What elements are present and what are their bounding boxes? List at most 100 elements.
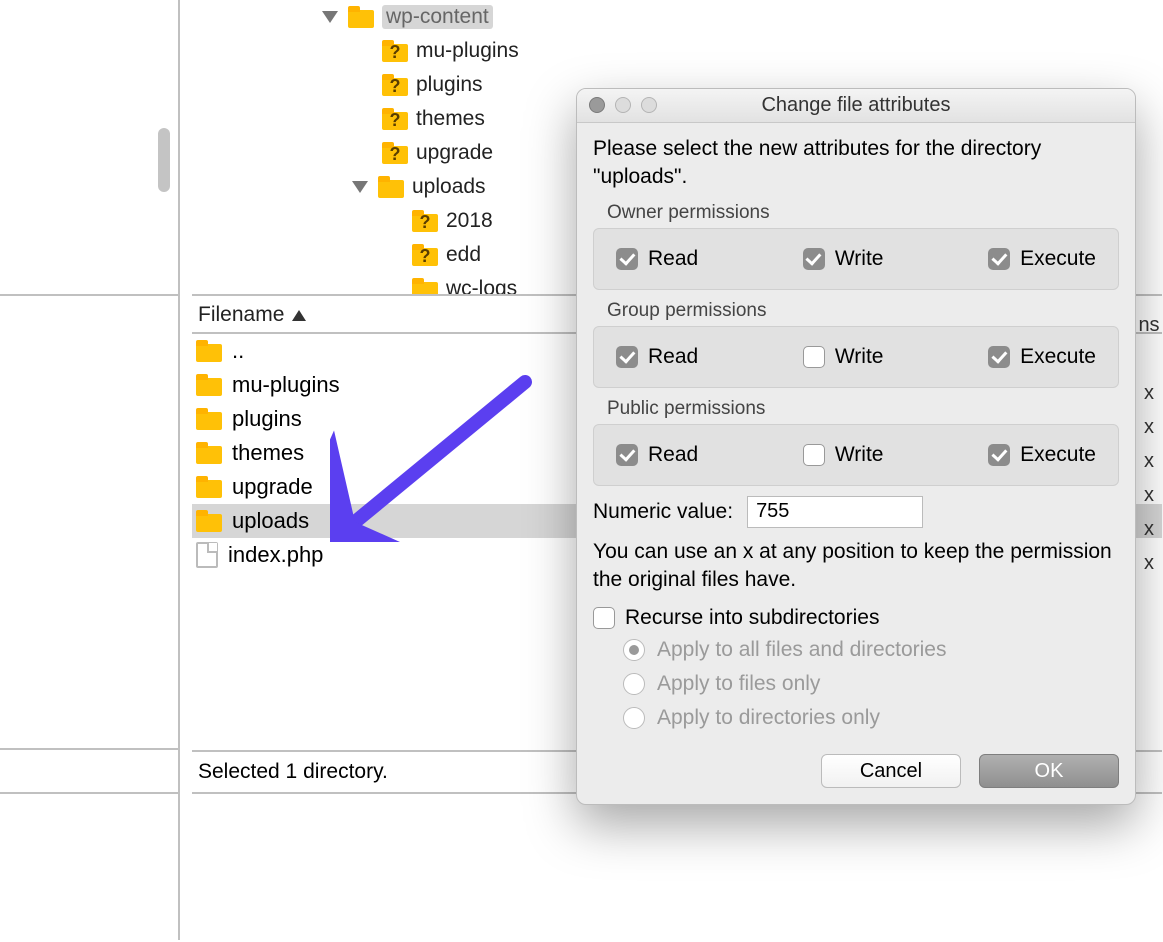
- checkbox-icon: [616, 346, 638, 368]
- checkbox-icon: [988, 248, 1010, 270]
- radio-icon: [623, 673, 645, 695]
- numeric-value-input[interactable]: [747, 496, 923, 528]
- tree-label: 2018: [446, 209, 493, 233]
- recurse-checkbox[interactable]: Recurse into subdirectories: [593, 606, 1119, 630]
- button-label: OK: [1035, 760, 1064, 783]
- file-name: uploads: [232, 508, 309, 534]
- dialog-title: Change file attributes: [577, 94, 1135, 117]
- close-icon[interactable]: [589, 97, 605, 113]
- divider: [0, 294, 180, 296]
- folder-icon: [412, 278, 438, 296]
- change-file-attributes-dialog: Change file attributes Please select the…: [576, 88, 1136, 805]
- sort-ascending-icon: [292, 310, 306, 321]
- file-icon: [196, 542, 218, 568]
- divider: [0, 792, 180, 794]
- numeric-value-row: Numeric value:: [593, 496, 1119, 528]
- tree-label: upgrade: [416, 141, 493, 165]
- dialog-body: Please select the new attributes for the…: [577, 123, 1135, 804]
- checkbox-icon: [803, 346, 825, 368]
- truncated-right-column: ns x x x x x x: [1135, 308, 1163, 580]
- group-read-checkbox[interactable]: Read: [616, 345, 698, 369]
- file-name: themes: [232, 440, 304, 466]
- checkbox-icon: [988, 346, 1010, 368]
- folder-icon: [348, 6, 374, 28]
- checkbox-icon: [593, 607, 615, 629]
- checkbox-icon: [616, 248, 638, 270]
- radio-apply-dirs[interactable]: Apply to directories only: [623, 706, 1119, 730]
- checkbox-label: Write: [835, 443, 884, 467]
- radio-icon: [623, 707, 645, 729]
- cell: x: [1135, 376, 1163, 410]
- cell: x: [1135, 546, 1163, 580]
- file-name: plugins: [232, 406, 302, 432]
- owner-permissions: Read Write Execute: [593, 228, 1119, 290]
- public-read-checkbox[interactable]: Read: [616, 443, 698, 467]
- checkbox-icon: [616, 444, 638, 466]
- folder-unknown-icon: ?: [382, 108, 408, 130]
- checkbox-label: Execute: [1020, 247, 1096, 271]
- checkbox-label: Execute: [1020, 345, 1096, 369]
- tree-label: wc-logs: [446, 277, 517, 296]
- folder-unknown-icon: ?: [382, 74, 408, 96]
- public-execute-checkbox[interactable]: Execute: [988, 443, 1096, 467]
- radio-apply-all[interactable]: Apply to all files and directories: [623, 638, 1119, 662]
- dialog-buttons: Cancel OK: [593, 754, 1119, 788]
- divider: [0, 748, 180, 750]
- chevron-down-icon[interactable]: [352, 181, 368, 193]
- dialog-titlebar[interactable]: Change file attributes: [577, 89, 1135, 123]
- checkbox-label: Read: [648, 443, 698, 467]
- status-text: Selected 1 directory.: [198, 760, 388, 784]
- recurse-mode-radios: Apply to all files and directories Apply…: [623, 638, 1119, 730]
- folder-icon: [196, 340, 222, 362]
- public-group-label: Public permissions: [607, 398, 1119, 420]
- radio-label: Apply to all files and directories: [657, 638, 946, 662]
- window-controls: [589, 97, 657, 113]
- checkbox-label: Write: [835, 247, 884, 271]
- ok-button[interactable]: OK: [979, 754, 1119, 788]
- tree-label: plugins: [416, 73, 483, 97]
- tree-item[interactable]: ? mu-plugins: [382, 34, 1162, 68]
- public-write-checkbox[interactable]: Write: [803, 443, 884, 467]
- owner-execute-checkbox[interactable]: Execute: [988, 247, 1096, 271]
- folder-icon: [196, 408, 222, 430]
- tree-item-wp-content[interactable]: wp-content: [322, 0, 1162, 34]
- group-execute-checkbox[interactable]: Execute: [988, 345, 1096, 369]
- checkbox-icon: [988, 444, 1010, 466]
- chevron-down-icon[interactable]: [322, 11, 338, 23]
- scrollbar-thumb[interactable]: [158, 128, 170, 192]
- owner-write-checkbox[interactable]: Write: [803, 247, 884, 271]
- folder-unknown-icon: ?: [382, 40, 408, 62]
- checkbox-label: Read: [648, 247, 698, 271]
- checkbox-icon: [803, 248, 825, 270]
- checkbox-icon: [803, 444, 825, 466]
- folder-icon: [196, 442, 222, 464]
- tree-label: uploads: [412, 175, 486, 199]
- left-panel: [0, 0, 180, 940]
- minimize-icon[interactable]: [615, 97, 631, 113]
- radio-label: Apply to directories only: [657, 706, 880, 730]
- column-header-label: Filename: [198, 303, 284, 327]
- cell: x: [1135, 410, 1163, 444]
- radio-apply-files[interactable]: Apply to files only: [623, 672, 1119, 696]
- help-text: You can use an x at any position to keep…: [593, 538, 1119, 595]
- dialog-instruction: Please select the new attributes for the…: [593, 135, 1119, 192]
- zoom-icon[interactable]: [641, 97, 657, 113]
- recurse-label: Recurse into subdirectories: [625, 606, 879, 630]
- group-write-checkbox[interactable]: Write: [803, 345, 884, 369]
- cell: [1135, 342, 1163, 376]
- cell: x: [1135, 444, 1163, 478]
- file-name: index.php: [228, 542, 323, 568]
- file-name: mu-plugins: [232, 372, 340, 398]
- folder-icon: [378, 176, 404, 198]
- group-permissions: Read Write Execute: [593, 326, 1119, 388]
- checkbox-label: Execute: [1020, 443, 1096, 467]
- cell: ns: [1135, 308, 1163, 342]
- numeric-value-label: Numeric value:: [593, 500, 733, 524]
- owner-read-checkbox[interactable]: Read: [616, 247, 698, 271]
- cell: x: [1135, 478, 1163, 512]
- cancel-button[interactable]: Cancel: [821, 754, 961, 788]
- folder-icon: [196, 476, 222, 498]
- tree-label: mu-plugins: [416, 39, 519, 63]
- folder-unknown-icon: ?: [382, 142, 408, 164]
- group-group-label: Group permissions: [607, 300, 1119, 322]
